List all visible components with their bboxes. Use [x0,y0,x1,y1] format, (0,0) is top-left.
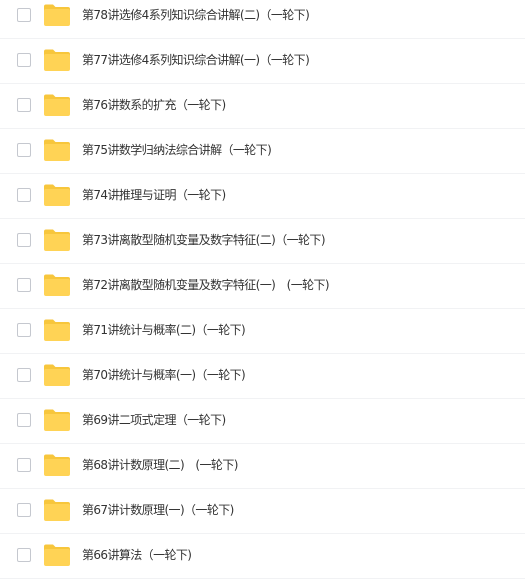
file-name[interactable]: 第66讲算法（一轮下) [82,546,192,564]
row-checkbox[interactable] [17,53,31,67]
file-list: 第78讲选修4系列知识综合讲解(二)（一轮下) 第77讲选修4系列知识综合讲解(一… [0,0,525,579]
file-name[interactable]: 第74讲推理与证明（一轮下) [82,186,226,204]
folder-icon [43,3,71,27]
row-checkbox[interactable] [17,548,31,562]
folder-icon [43,363,71,387]
folder-icon [43,93,71,117]
file-row[interactable]: 第69讲二项式定理（一轮下) [0,399,525,444]
row-checkbox[interactable] [17,188,31,202]
file-name[interactable]: 第68讲计数原理(二) (一轮下) [82,456,238,474]
file-row[interactable]: 第66讲算法（一轮下) [0,534,525,579]
folder-icon [43,318,71,342]
file-name[interactable]: 第71讲统计与概率(二)（一轮下) [82,321,246,339]
folder-icon [43,273,71,297]
file-name[interactable]: 第76讲数系的扩充（一轮下) [82,96,226,114]
row-checkbox[interactable] [17,458,31,472]
file-name[interactable]: 第69讲二项式定理（一轮下) [82,411,226,429]
file-row[interactable]: 第73讲离散型随机变量及数字特征(二)（一轮下) [0,219,525,264]
file-row[interactable]: 第78讲选修4系列知识综合讲解(二)（一轮下) [0,0,525,39]
file-name[interactable]: 第70讲统计与概率(一)（一轮下) [82,366,246,384]
file-row[interactable]: 第74讲推理与证明（一轮下) [0,174,525,219]
row-checkbox[interactable] [17,98,31,112]
file-name[interactable]: 第67讲计数原理(一)（一轮下) [82,501,234,519]
file-name[interactable]: 第73讲离散型随机变量及数字特征(二)（一轮下) [82,231,326,249]
file-row[interactable]: 第72讲离散型随机变量及数字特征(一) (一轮下) [0,264,525,309]
row-checkbox[interactable] [17,503,31,517]
file-name[interactable]: 第75讲数学归纳法综合讲解（一轮下) [82,141,272,159]
file-row[interactable]: 第75讲数学归纳法综合讲解（一轮下) [0,129,525,174]
file-row[interactable]: 第71讲统计与概率(二)（一轮下) [0,309,525,354]
file-row[interactable]: 第77讲选修4系列知识综合讲解(一)（一轮下) [0,39,525,84]
file-row[interactable]: 第67讲计数原理(一)（一轮下) [0,489,525,534]
file-name[interactable]: 第77讲选修4系列知识综合讲解(一)（一轮下) [82,51,310,69]
folder-icon [43,453,71,477]
row-checkbox[interactable] [17,323,31,337]
row-checkbox[interactable] [17,368,31,382]
file-row[interactable]: 第70讲统计与概率(一)（一轮下) [0,354,525,399]
file-row[interactable]: 第76讲数系的扩充（一轮下) [0,84,525,129]
folder-icon [43,228,71,252]
folder-icon [43,138,71,162]
folder-icon [43,408,71,432]
row-checkbox[interactable] [17,413,31,427]
file-name[interactable]: 第72讲离散型随机变量及数字特征(一) (一轮下) [82,276,330,294]
row-checkbox[interactable] [17,233,31,247]
row-checkbox[interactable] [17,8,31,22]
folder-icon [43,498,71,522]
folder-icon [43,48,71,72]
file-row[interactable]: 第68讲计数原理(二) (一轮下) [0,444,525,489]
row-checkbox[interactable] [17,143,31,157]
folder-icon [43,183,71,207]
row-checkbox[interactable] [17,278,31,292]
file-name[interactable]: 第78讲选修4系列知识综合讲解(二)（一轮下) [82,6,310,24]
folder-icon [43,543,71,567]
